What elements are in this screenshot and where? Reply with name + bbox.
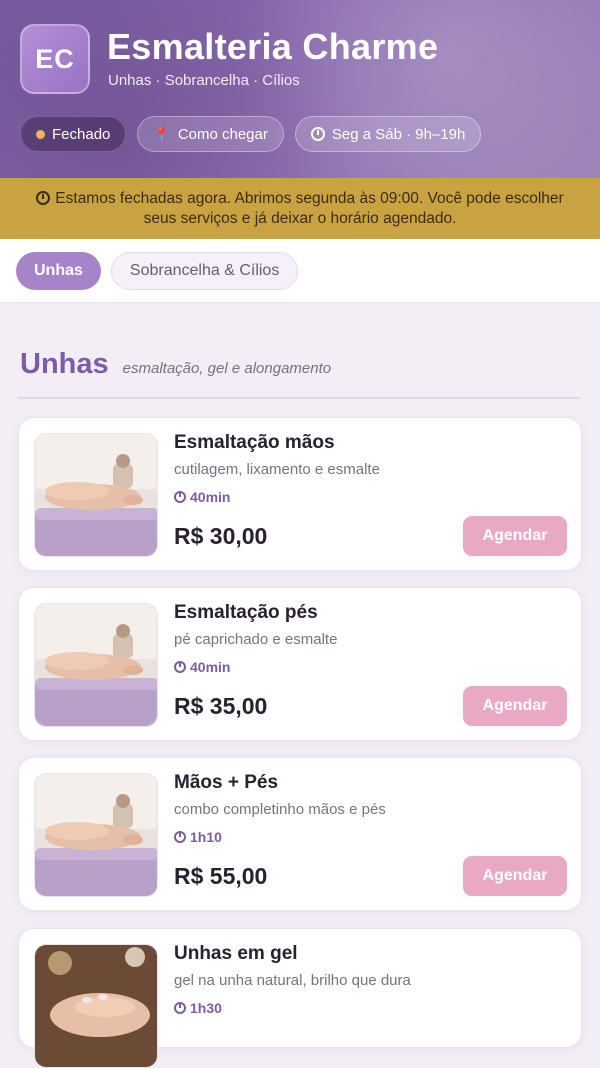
- service-card: Esmaltação pés pé caprichado e esmalte 4…: [18, 587, 582, 741]
- duration-label: 40min: [190, 489, 231, 505]
- hours-label: Seg a Sáb · 9h–19h: [331, 125, 466, 143]
- timer-icon: [174, 831, 186, 843]
- service-photo: [34, 603, 158, 727]
- timer-icon: [174, 491, 186, 503]
- category-tabs: Unhas Sobrancelha & Cílios: [0, 239, 600, 303]
- map-pin-icon: 📍: [153, 125, 171, 142]
- service-photo: [34, 944, 158, 1068]
- service-duration: 40min: [174, 659, 230, 675]
- service-price: R$ 35,00: [174, 693, 268, 719]
- tab-sobrancelha-cilios[interactable]: Sobrancelha & Cílios: [110, 251, 299, 290]
- clock-icon: [36, 190, 51, 205]
- service-photo: [34, 773, 158, 897]
- book-button[interactable]: Agendar: [463, 856, 567, 896]
- directions-label: Como chegar: [177, 125, 268, 143]
- store-logo: EC: [20, 24, 90, 94]
- clock-icon: [310, 127, 325, 141]
- service-name: Esmaltação mãos: [174, 432, 335, 453]
- book-button[interactable]: Agendar: [463, 516, 567, 556]
- hours-chip[interactable]: Seg a Sáb · 9h–19h: [294, 116, 482, 152]
- tab-unhas[interactable]: Unhas: [16, 251, 101, 290]
- service-card: Esmaltação mãos cutilagem, lixamento e e…: [18, 417, 582, 571]
- status-badge: Fechado: [20, 116, 127, 152]
- service-description: pé caprichado e esmalte: [174, 631, 338, 648]
- closed-notice-banner: Estamos fechadas agora. Abrimos segunda …: [0, 178, 600, 239]
- service-name: Mãos + Pés: [174, 772, 279, 793]
- service-description: gel na unha natural, brilho que dura: [174, 972, 411, 989]
- service-name: Unhas em gel: [174, 943, 298, 964]
- section-subtitle: esmaltação, gel e alongamento: [122, 360, 332, 377]
- service-duration: 1h10: [174, 829, 222, 845]
- section-header: Unhas esmaltação, gel e alongamento: [20, 348, 331, 381]
- status-label: Fechado: [52, 125, 111, 143]
- service-description: cutilagem, lixamento e esmalte: [174, 461, 380, 478]
- service-price: R$ 30,00: [174, 523, 268, 549]
- store-title: Esmalteria Charme: [107, 26, 439, 67]
- service-description: combo completinho mãos e pés: [174, 801, 386, 818]
- store-header: EC Esmalteria Charme Unhas · Sobrancelha…: [0, 0, 600, 178]
- book-button[interactable]: Agendar: [463, 686, 567, 726]
- section-divider: [18, 397, 581, 399]
- store-subtitle: Unhas · Sobrancelha · Cílios: [108, 72, 300, 89]
- status-dot-icon: [36, 129, 45, 139]
- service-card: Mãos + Pés combo completinho mãos e pés …: [18, 757, 582, 911]
- service-duration: 1h30: [174, 1000, 222, 1016]
- service-price: R$ 55,00: [174, 863, 268, 889]
- header-chips: Fechado 📍 Como chegar Seg a Sáb · 9h–19h: [20, 116, 482, 152]
- timer-icon: [174, 1002, 186, 1014]
- duration-label: 1h10: [190, 829, 222, 845]
- notice-text: Estamos fechadas agora. Abrimos segunda …: [55, 189, 564, 227]
- service-photo: [34, 433, 158, 557]
- duration-label: 1h30: [190, 1000, 222, 1016]
- section-title: Unhas: [20, 348, 109, 380]
- timer-icon: [174, 661, 186, 673]
- service-name: Esmaltação pés: [174, 602, 318, 623]
- service-duration: 40min: [174, 489, 230, 505]
- duration-label: 40min: [190, 659, 231, 675]
- service-card: Unhas em gel gel na unha natural, brilho…: [18, 928, 582, 1068]
- directions-button[interactable]: 📍 Como chegar: [137, 116, 284, 152]
